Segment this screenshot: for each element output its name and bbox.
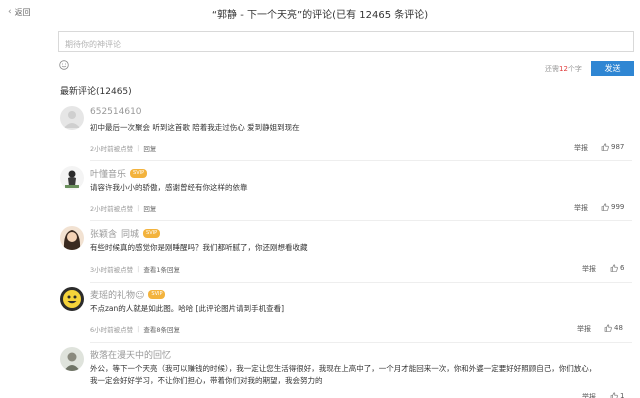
- avatar[interactable]: [60, 106, 84, 130]
- emoji-icon[interactable]: [59, 60, 69, 70]
- latest-comments-title: 最新评论(12465): [60, 87, 132, 97]
- thumbs-up-icon: [610, 392, 618, 398]
- report-link[interactable]: 举报: [582, 392, 596, 398]
- comment-item: 散落在漫天中的回忆 外公，等下一个天亮（我可以赚钱的时候），我一定让您生活得很好…: [60, 347, 632, 398]
- comment-text: 外公，等下一个天亮（我可以赚钱的时候），我一定让您生活得很好，我现在上高中了，一…: [90, 364, 597, 373]
- svip-badge: SVIP: [130, 169, 148, 178]
- thumbs-up-icon: [610, 264, 618, 272]
- comment-meta: 2小时前被点赞 | 回复: [90, 143, 157, 153]
- like-button[interactable]: 48: [604, 324, 623, 332]
- like-button[interactable]: 987: [601, 143, 624, 151]
- page-title: “郭静 - 下一个天亮”的评论(已有 12465 条评论): [211, 10, 429, 21]
- send-button[interactable]: 发送: [591, 61, 634, 76]
- divider: [90, 160, 632, 161]
- reply-link[interactable]: 查看8条回复: [143, 324, 180, 334]
- avatar[interactable]: [60, 226, 84, 250]
- char-limit-hint: 还需12个字: [545, 65, 582, 73]
- divider: [90, 220, 632, 221]
- report-link[interactable]: 举报: [582, 264, 596, 274]
- report-link[interactable]: 举报: [574, 143, 588, 153]
- svip-badge: SVIP: [143, 229, 161, 238]
- report-link[interactable]: 举报: [577, 324, 591, 334]
- comment-meta: 3小时前被点赞 | 查看1条回复: [90, 264, 180, 274]
- comment-username[interactable]: 麦瑶的礼物☺ SVIP: [90, 288, 166, 301]
- divider: [90, 342, 632, 343]
- thumbs-up-icon: [601, 203, 609, 211]
- reply-link[interactable]: 回复: [143, 143, 156, 153]
- report-link[interactable]: 举报: [574, 203, 588, 213]
- comment-username[interactable]: 652514610: [90, 107, 142, 117]
- comment-item: 叶懂音乐 SVIP 请容许我小小的骄傲，感谢曾经有你这样的依靠 2小时前被点赞 | 回…: [60, 166, 632, 221]
- thumbs-up-icon: [601, 143, 609, 151]
- reply-link[interactable]: 回复: [143, 203, 156, 213]
- comment-item: 张颖含 同城 SVIP 有些时候真的感觉你是刚睡醒吗？我们都听腻了，你还刚想看收藏 …: [60, 226, 632, 283]
- avatar[interactable]: [60, 166, 84, 190]
- thumbs-up-icon: [604, 324, 612, 332]
- comment-composer: [58, 31, 634, 54]
- location-tag: 同城: [121, 230, 140, 240]
- comment-text: 有些时候真的感觉你是刚睡醒吗？我们都听腻了，你还刚想看收藏: [90, 243, 308, 252]
- comment-text: 初中最后一次聚会 听到这首歌 陪着我走过伤心 爱到静姐到现在: [90, 123, 300, 132]
- like-button[interactable]: 6: [610, 264, 624, 272]
- comment-username[interactable]: 散落在漫天中的回忆: [90, 348, 171, 361]
- comment-item: 麦瑶的礼物☺ SVIP 不点zan的人就是如此图。哈哈 [此评论图片请到手机查看]…: [60, 287, 632, 343]
- divider: [90, 282, 632, 283]
- comment-username[interactable]: 张颖含 同城 SVIP: [90, 227, 161, 240]
- comment-meta: 6小时前被点赞 | 查看8条回复: [90, 324, 180, 334]
- comment-item: 652514610 初中最后一次聚会 听到这首歌 陪着我走过伤心 爱到静姐到现在…: [60, 106, 632, 161]
- comment-input[interactable]: [59, 35, 633, 54]
- like-button[interactable]: 999: [601, 203, 624, 211]
- svip-badge: SVIP: [148, 290, 166, 299]
- avatar[interactable]: [60, 347, 84, 371]
- avatar[interactable]: [60, 287, 84, 311]
- reply-link[interactable]: 查看1条回复: [143, 264, 180, 274]
- like-button[interactable]: 1: [610, 392, 624, 398]
- comment-username[interactable]: 叶懂音乐 SVIP: [90, 167, 148, 180]
- top-bar: ‹ 返回 “郭静 - 下一个天亮”的评论(已有 12465 条评论): [0, 0, 640, 26]
- comment-meta: 2小时前被点赞 | 回复: [90, 203, 157, 213]
- comment-text: 不点zan的人就是如此图。哈哈 [此评论图片请到手机查看]: [90, 304, 285, 313]
- comment-text-line2: 我一定会好好学习，不让你们担心，带着你们对我的期望，我会努力的: [90, 376, 323, 385]
- comment-text: 请容许我小小的骄傲，感谢曾经有你这样的依靠: [90, 183, 248, 192]
